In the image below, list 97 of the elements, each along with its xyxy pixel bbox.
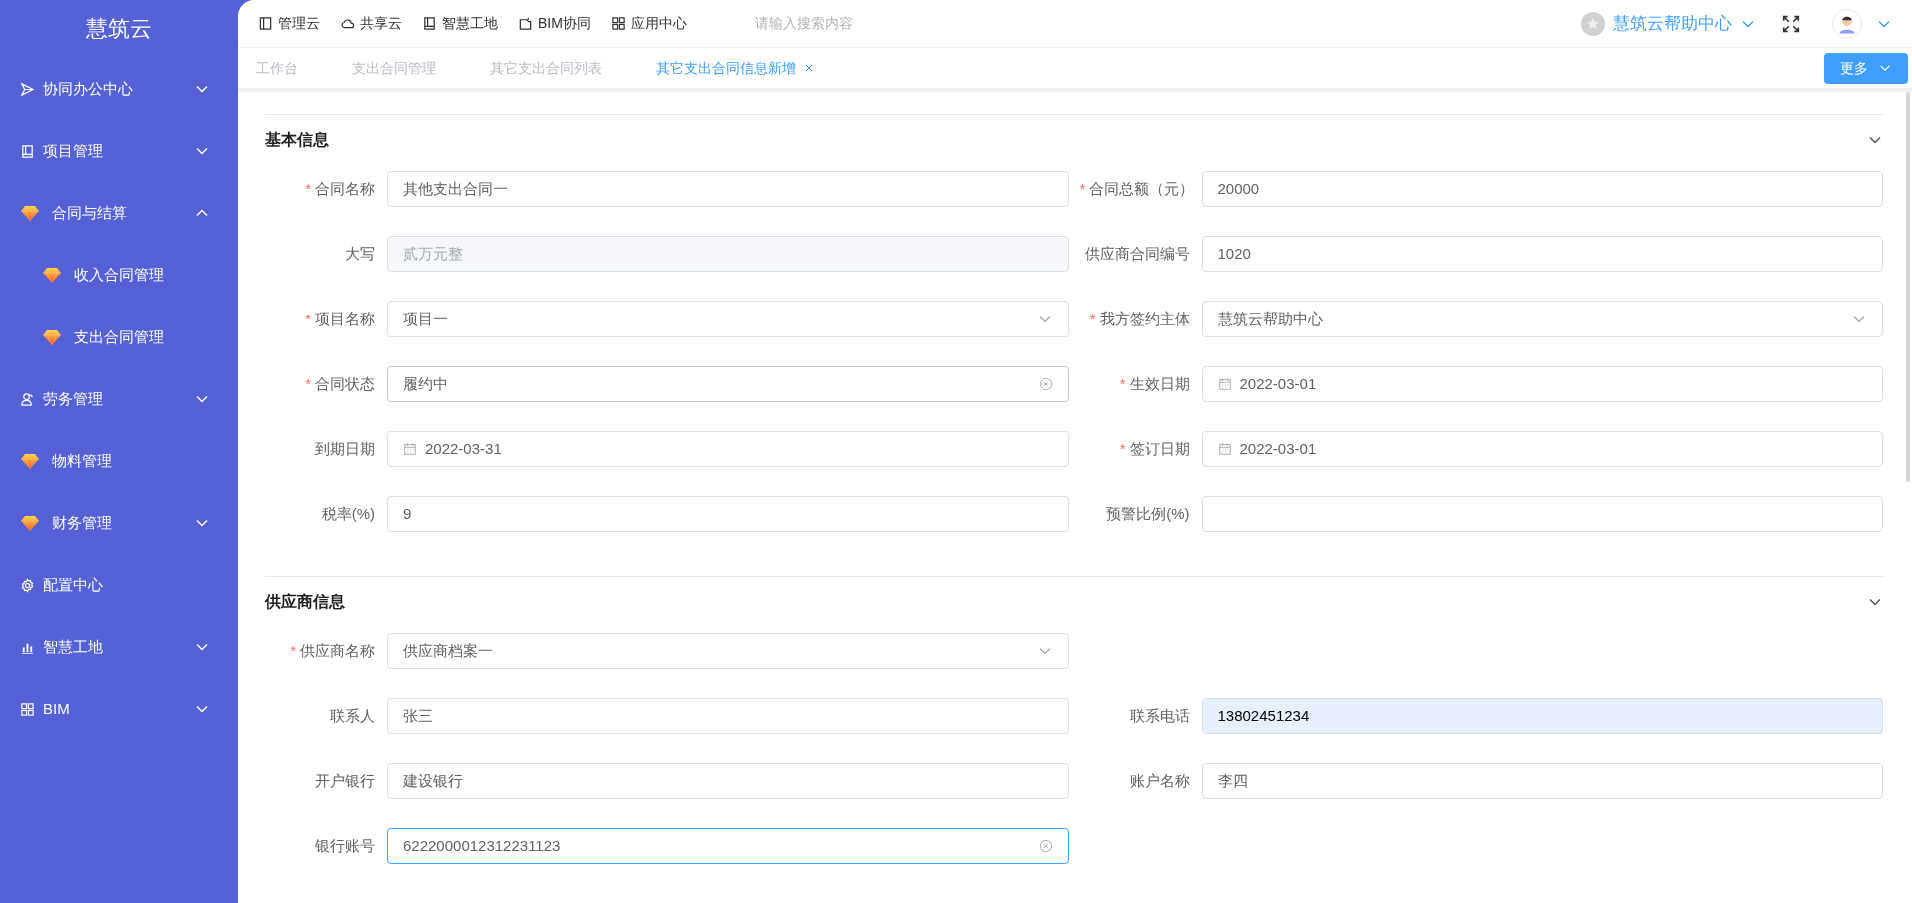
select-field[interactable]: 慧筑云帮助中心 <box>1201 301 1883 337</box>
field-value: 20000 <box>1217 178 1260 199</box>
grid-icon <box>610 16 626 31</box>
sidebar-item[interactable]: 配置中心 <box>0 554 238 616</box>
gem-icon <box>42 327 62 347</box>
sidebar-item[interactable]: 收入合同管理 <box>0 244 238 306</box>
field-value: 2022-03-01 <box>1239 373 1317 394</box>
field-value: 其他支出合同一 <box>403 178 508 199</box>
input-field[interactable] <box>1201 496 1883 532</box>
field-label: * 签订日期 <box>1118 438 1191 459</box>
input-field[interactable]: 1020 <box>1201 236 1883 272</box>
sidebar-item[interactable]: 协同办公中心 <box>0 58 238 120</box>
field-value: 张三 <box>403 705 433 726</box>
star-badge-icon <box>1581 11 1605 36</box>
field-label: 开户银行 <box>314 770 376 791</box>
gem-icon <box>20 203 40 223</box>
field-value: 1020 <box>1217 243 1251 264</box>
sidebar-item[interactable]: 劳务管理 <box>0 368 238 430</box>
field-label: 到期日期 <box>314 438 376 459</box>
field-value: 供应商档案一 <box>403 640 493 661</box>
input-field[interactable]: 其他支出合同一 <box>387 171 1069 207</box>
field-value: 项目一 <box>403 308 448 329</box>
field-value: 建设银行 <box>403 770 463 791</box>
field-label: 账户名称 <box>1128 770 1191 791</box>
field-value: 履约中 <box>403 373 448 394</box>
field-label: 银行账号 <box>314 835 376 856</box>
input-field[interactable]: 9 <box>387 496 1069 532</box>
grid-icon <box>20 701 35 717</box>
sidebar-item[interactable]: 物料管理 <box>0 430 238 492</box>
search-field[interactable]: 请输入搜索内容 <box>754 13 995 34</box>
field-value: 2022-03-31 <box>425 438 502 459</box>
sidebar-item[interactable]: 智慧工地 <box>0 616 238 678</box>
book-icon <box>422 16 437 31</box>
folder-icon <box>518 16 533 31</box>
date-field[interactable]: 2022-03-01 <box>1201 431 1883 467</box>
field-label: * 项目名称 <box>304 308 376 329</box>
panel-icon <box>258 16 273 31</box>
input-field[interactable]: 13802451234 <box>1201 698 1883 734</box>
field-value: 13802451234 <box>1217 705 1310 726</box>
field-label: * 合同名称 <box>304 178 376 199</box>
section-title: 基本信息 <box>265 130 329 150</box>
sidebar-item[interactable]: 合同与结算 <box>0 182 238 244</box>
select-field[interactable]: 供应商档案一 <box>387 633 1069 669</box>
field-value: 慧筑云帮助中心 <box>1217 308 1323 329</box>
calendar-icon <box>403 442 417 456</box>
field-value: 6222000012312231123 <box>403 835 561 856</box>
sidebar-item[interactable]: 支出合同管理 <box>0 306 238 368</box>
section-title: 供应商信息 <box>265 592 345 612</box>
field-label: * 合同总额（元） <box>1079 178 1196 199</box>
nav-link[interactable]: 管理云 <box>258 13 320 34</box>
input-field[interactable]: 张三 <box>387 698 1069 734</box>
field-label: 预警比例(%) <box>1105 503 1191 524</box>
date-field[interactable]: 2022-03-31 <box>387 431 1069 467</box>
sidebar-item[interactable]: 财务管理 <box>0 492 238 554</box>
calendar-icon <box>1217 377 1232 391</box>
field-label: 大写 <box>344 243 376 264</box>
close-icon[interactable] <box>804 63 814 73</box>
field-label: * 合同状态 <box>304 373 376 394</box>
sidebar-item[interactable]: 项目管理 <box>0 120 238 182</box>
sidebar-item[interactable]: BIM <box>0 678 238 740</box>
nav-link[interactable]: 应用中心 <box>610 13 687 34</box>
fullscreen-icon[interactable] <box>1782 14 1800 33</box>
field-label: 联系电话 <box>1128 705 1191 726</box>
input-field[interactable]: 6222000012312231123 <box>387 828 1069 864</box>
date-field[interactable]: 2022-03-01 <box>1201 366 1883 402</box>
scrollbar[interactable] <box>1906 92 1910 482</box>
field-value: 贰万元整 <box>403 243 463 264</box>
field-label: 税率(%) <box>320 503 376 524</box>
cloud-icon <box>340 16 355 31</box>
field-label: * 生效日期 <box>1118 373 1191 394</box>
clear-icon[interactable] <box>1038 377 1053 391</box>
field-value: 李四 <box>1217 770 1248 791</box>
gem-icon <box>42 265 62 285</box>
user-avatar[interactable] <box>1832 8 1862 39</box>
nav-link[interactable]: 智慧工地 <box>422 13 498 34</box>
settings-icon <box>20 577 35 593</box>
nav-link[interactable]: 共享云 <box>340 13 402 34</box>
app-title: 慧筑云 <box>85 14 153 43</box>
gem-icon <box>20 451 40 471</box>
send-icon <box>20 81 35 97</box>
field-label: 联系人 <box>329 705 376 726</box>
select-field[interactable]: 项目一 <box>387 301 1069 337</box>
field-value: 9 <box>403 503 412 524</box>
book-icon <box>20 143 35 159</box>
input-field[interactable]: 20000 <box>1201 171 1883 207</box>
input-field[interactable]: 建设银行 <box>387 763 1069 799</box>
input-field[interactable]: 李四 <box>1201 763 1883 799</box>
nav-link[interactable]: BIM协同 <box>518 13 591 34</box>
clear-icon[interactable] <box>1038 839 1053 853</box>
calendar-icon <box>1217 442 1232 456</box>
user-icon <box>20 391 35 407</box>
field-value: 2022-03-01 <box>1239 438 1317 459</box>
field-label: * 我方签约主体 <box>1088 308 1191 329</box>
field-label: 供应商合同编号 <box>1083 243 1191 264</box>
field-label: * 供应商名称 <box>289 640 376 661</box>
gem-icon <box>20 513 40 533</box>
input-field[interactable]: 履约中 <box>387 366 1069 402</box>
